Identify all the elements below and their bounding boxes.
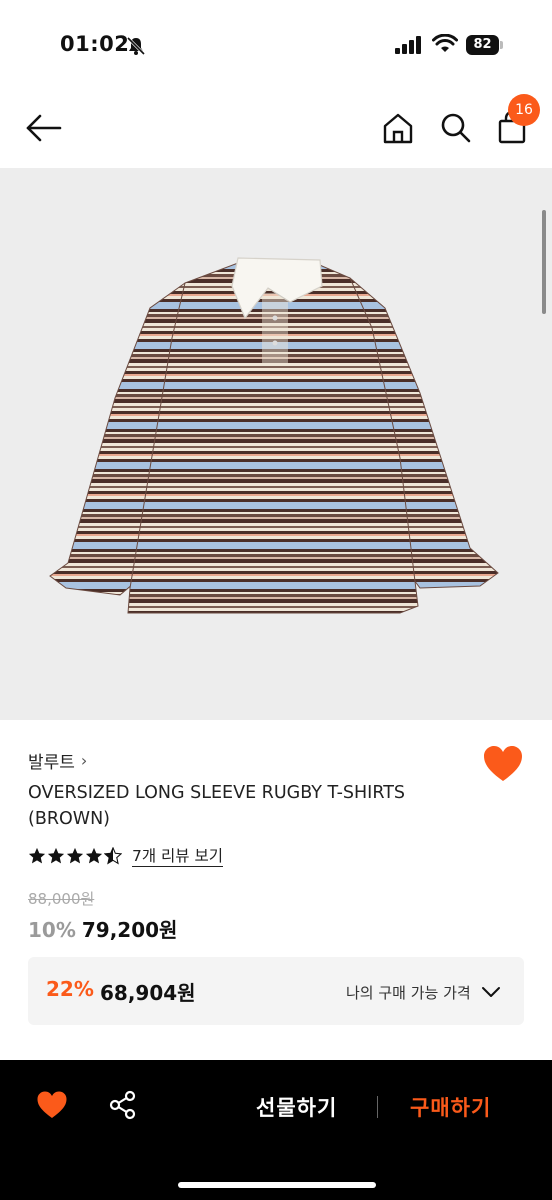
home-indicator[interactable] xyxy=(178,1182,376,1188)
gift-button[interactable]: 선물하기 xyxy=(256,1092,337,1122)
star-icon xyxy=(66,847,84,864)
my-discount-rate: 22% xyxy=(46,977,94,1001)
shirt-illustration xyxy=(49,257,499,614)
divider xyxy=(377,1096,378,1118)
price-row: 10% 79,200원 xyxy=(28,914,177,943)
my-price-panel[interactable]: 22% 68,904원 나의 구매 가능 가격 xyxy=(28,957,524,1025)
sale-price: 79,200원 xyxy=(81,918,178,942)
half-star-icon xyxy=(104,847,122,865)
star-icon xyxy=(28,847,46,864)
bell-muted-icon xyxy=(126,36,146,56)
brand-link[interactable]: 발루트 › xyxy=(28,748,87,773)
status-time: 01:02 xyxy=(60,32,130,56)
buy-button[interactable]: 구매하기 xyxy=(410,1092,491,1122)
search-icon[interactable] xyxy=(436,108,476,148)
brand-name: 발루트 xyxy=(28,753,75,773)
status-bar: 01:02 82 xyxy=(0,0,552,90)
star-icon xyxy=(47,847,65,864)
rating-row: 7개 리뷰 보기 xyxy=(28,844,224,868)
heart-icon[interactable] xyxy=(36,1090,68,1120)
wifi-icon xyxy=(432,34,458,52)
battery-tip xyxy=(500,41,503,49)
original-price: 88,000원 xyxy=(28,890,95,908)
battery-indicator: 82 xyxy=(466,35,504,55)
app-header xyxy=(0,90,552,168)
my-price-label: 나의 구매 가능 가격 xyxy=(346,984,471,1002)
signal-icon xyxy=(395,36,421,54)
battery-level: 82 xyxy=(466,35,499,55)
discount-rate: 10% xyxy=(28,918,76,942)
review-link[interactable]: 7개 리뷰 보기 xyxy=(132,846,224,867)
back-arrow-icon[interactable] xyxy=(22,108,66,148)
star-rating xyxy=(28,847,122,865)
chevron-right-icon: › xyxy=(80,751,88,770)
scroll-indicator[interactable] xyxy=(542,210,546,314)
home-icon[interactable] xyxy=(378,108,418,148)
product-image[interactable] xyxy=(0,168,552,720)
star-icon xyxy=(85,847,103,864)
heart-icon[interactable] xyxy=(482,744,524,784)
chevron-down-icon[interactable] xyxy=(480,981,502,1003)
cart-count-badge: 16 xyxy=(508,94,540,126)
share-icon[interactable] xyxy=(108,1090,138,1120)
my-price-value: 68,904원 xyxy=(100,981,196,1005)
product-title: OVERSIZED LONG SLEEVE RUGBY T-SHIRTS (BR… xyxy=(28,783,406,829)
bottom-action-bar: 선물하기 구매하기 xyxy=(0,1060,552,1200)
